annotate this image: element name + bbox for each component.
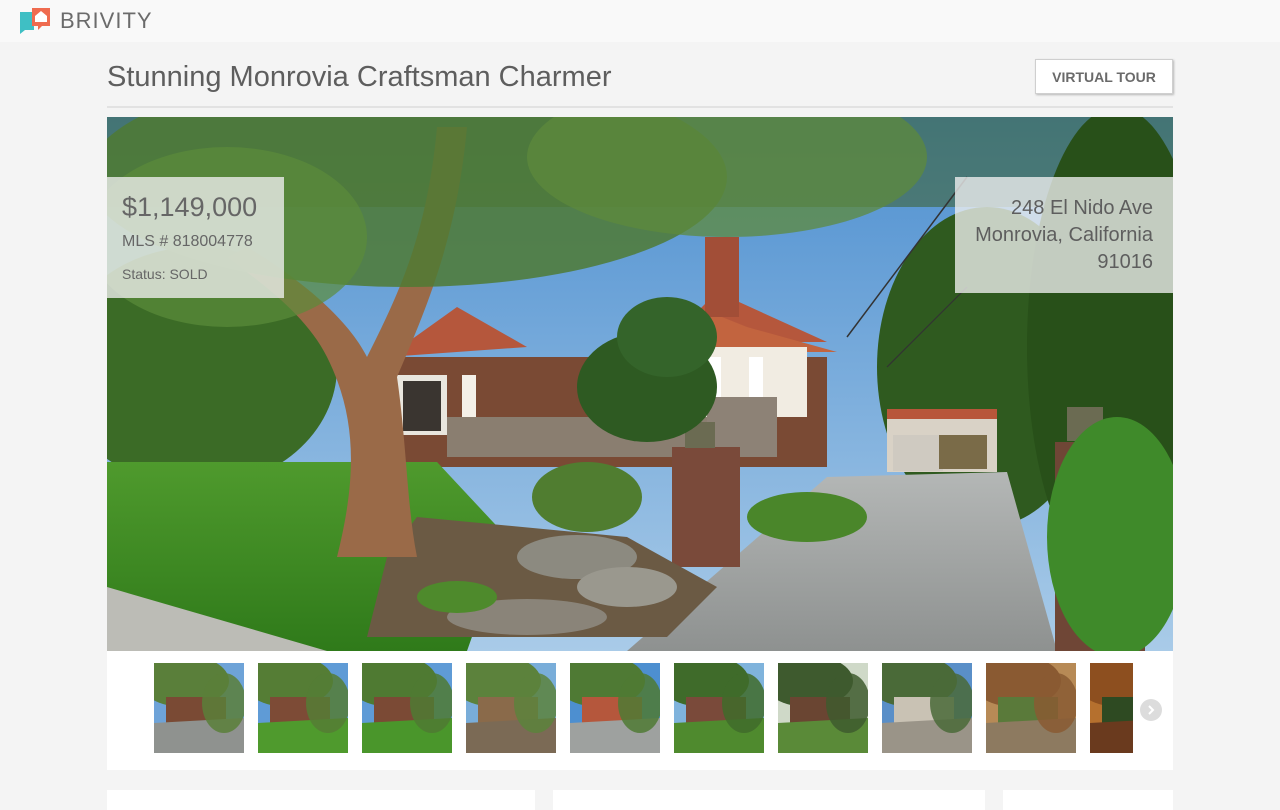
listing-title: Stunning Monrovia Craftsman Charmer — [107, 61, 612, 93]
gallery-thumbnail[interactable] — [362, 663, 452, 753]
brivity-logo-icon — [20, 8, 50, 34]
listing-status: Status: SOLD — [122, 266, 208, 282]
thumbnail-image — [154, 663, 244, 753]
thumbnail-image — [882, 663, 972, 753]
gallery-thumbnail[interactable] — [466, 663, 556, 753]
listing-header: Stunning Monrovia Craftsman Charmer VIRT… — [107, 56, 1173, 108]
virtual-tour-button[interactable]: VIRTUAL TOUR — [1035, 59, 1173, 94]
hero-photo[interactable]: $1,149,000 MLS # 818004778 Status: SOLD … — [107, 117, 1173, 651]
thumbnail-track — [154, 663, 1133, 753]
chevron-right-icon — [1148, 705, 1155, 715]
gallery-thumbnail[interactable] — [570, 663, 660, 753]
gallery-thumbnail[interactable] — [986, 663, 1076, 753]
details-panel-right — [1003, 790, 1173, 810]
gallery-thumbnail[interactable] — [882, 663, 972, 753]
address-zip: 91016 — [1097, 251, 1153, 273]
address-city-state: Monrovia, California — [975, 224, 1153, 246]
details-panel-middle — [553, 790, 985, 810]
thumbnail-image — [258, 663, 348, 753]
address-card: 248 El Nido Ave Monrovia, California 910… — [955, 177, 1173, 293]
thumbnail-image — [466, 663, 556, 753]
gallery-thumbnail[interactable] — [258, 663, 348, 753]
listing-price: $1,149,000 — [122, 192, 258, 222]
top-bar: BRIVITY — [0, 0, 1280, 42]
price-card: $1,149,000 MLS # 818004778 Status: SOLD — [107, 177, 284, 298]
address-street: 248 El Nido Ave — [1011, 197, 1153, 219]
thumbnail-image — [362, 663, 452, 753]
thumbnail-image — [778, 663, 868, 753]
brivity-logo[interactable]: BRIVITY — [20, 8, 153, 34]
next-thumbnails-button[interactable] — [1140, 699, 1162, 721]
gallery-thumbnail[interactable] — [778, 663, 868, 753]
details-panel-left — [107, 790, 535, 810]
brand-name: BRIVITY — [60, 8, 153, 33]
thumbnail-image — [570, 663, 660, 753]
mls-number: MLS # 818004778 — [122, 233, 253, 250]
gallery-thumbnail[interactable] — [154, 663, 244, 753]
thumbnail-strip — [107, 651, 1173, 770]
gallery-thumbnail[interactable] — [1090, 663, 1133, 753]
thumbnail-image — [986, 663, 1076, 753]
thumbnail-image — [1090, 663, 1133, 753]
thumbnail-image — [674, 663, 764, 753]
gallery-thumbnail[interactable] — [674, 663, 764, 753]
